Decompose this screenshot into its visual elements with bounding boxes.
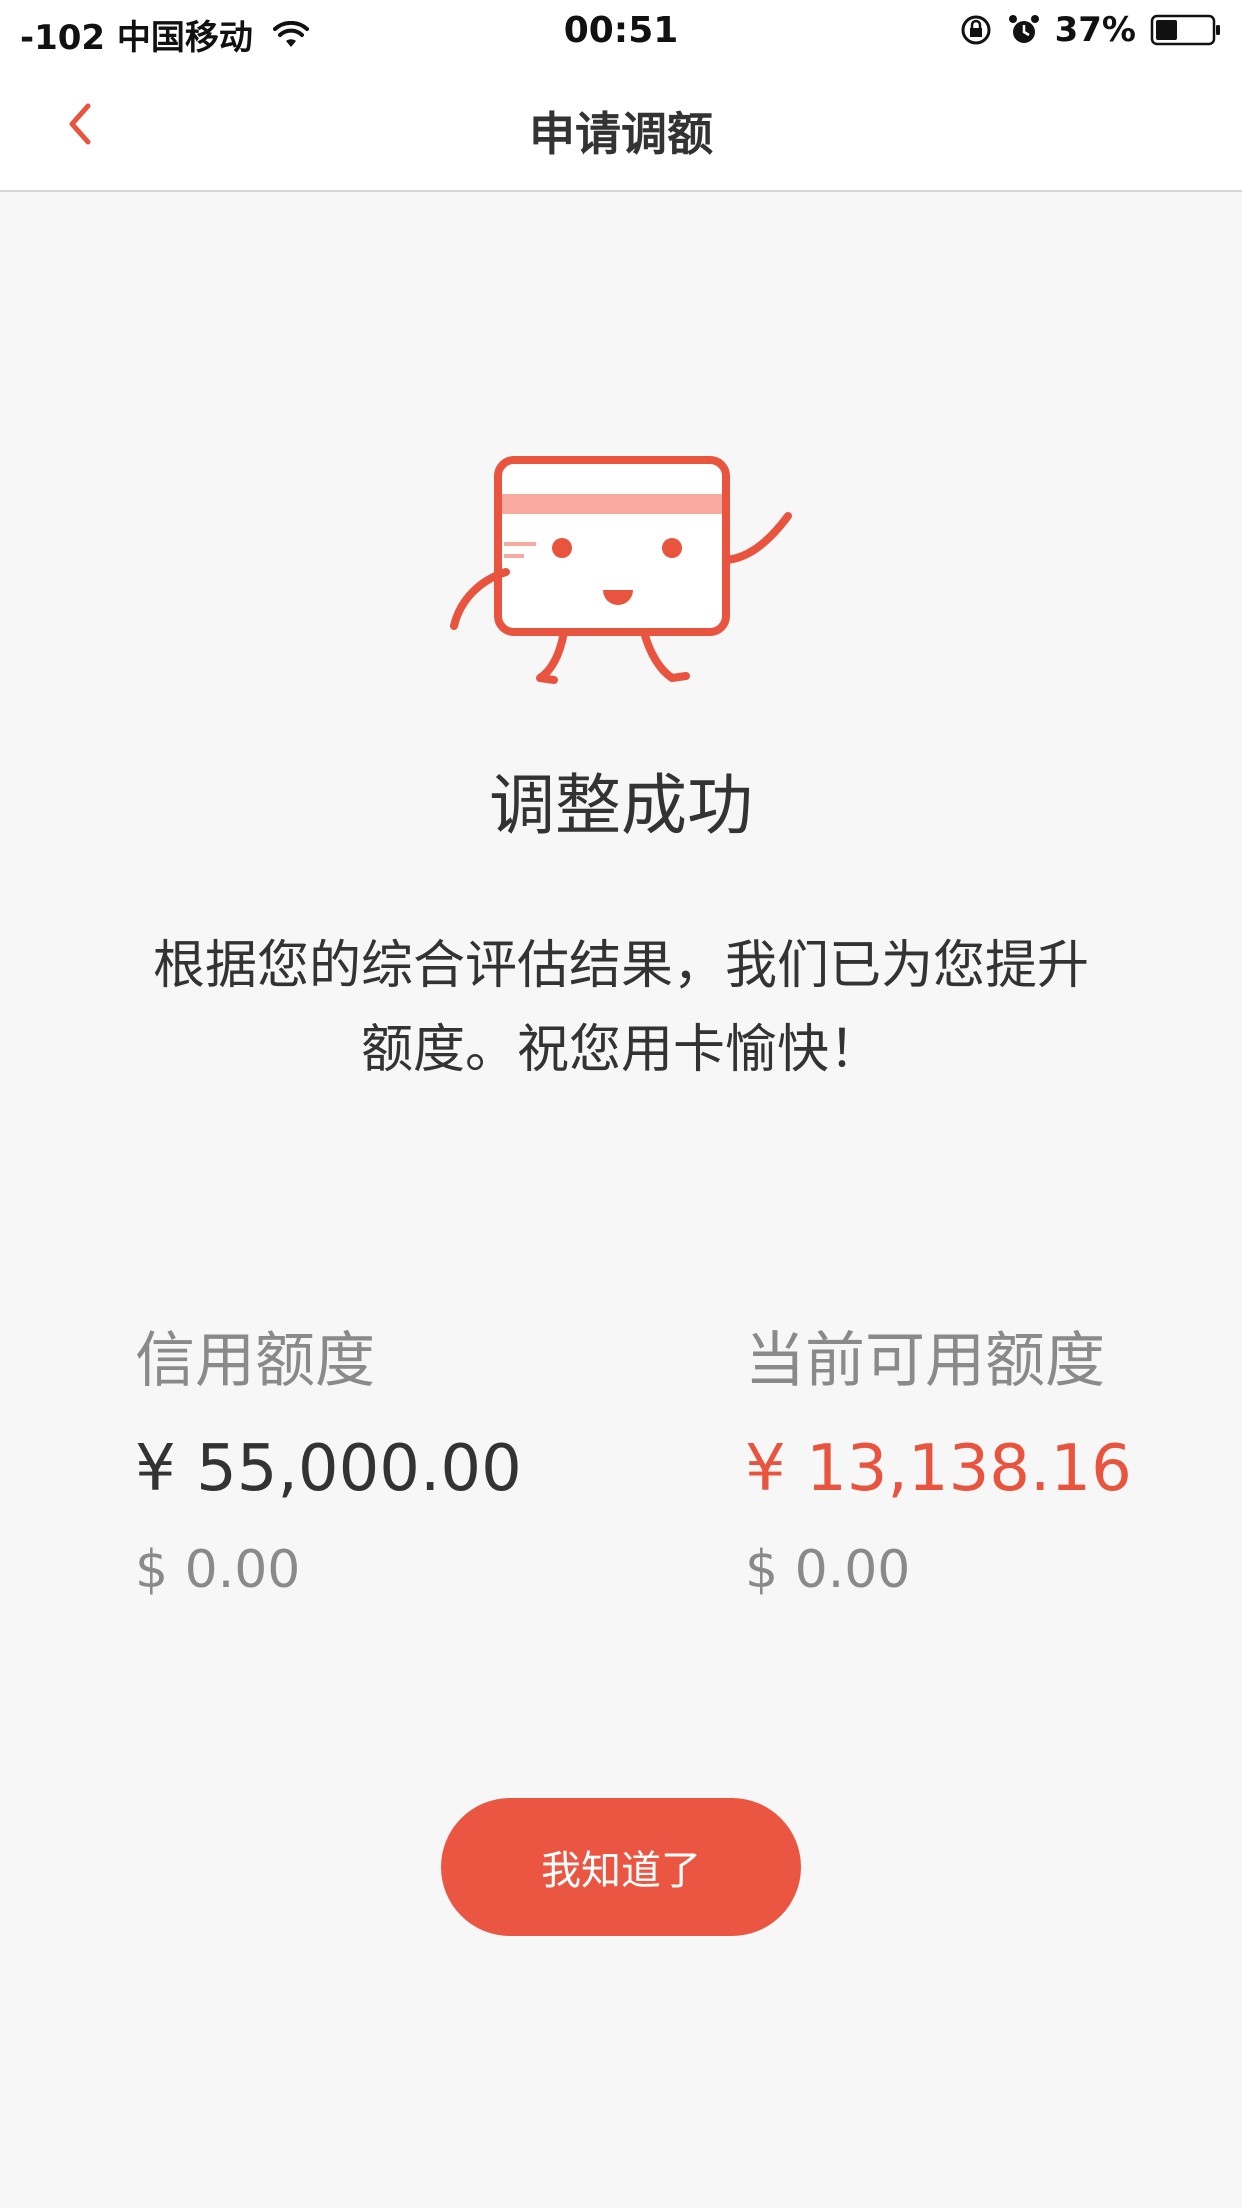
alarm-icon bbox=[1008, 15, 1039, 43]
result-description: 根据您的综合评估结果，我们已为您提升额度。祝您用卡愉快！ bbox=[152, 936, 1089, 1080]
available-limit-usd: $ 0.00 bbox=[745, 1540, 911, 1600]
success-title: 调整成功 bbox=[489, 767, 753, 844]
credit-limit-section: 信用额度 ¥ 55,000.00 $ 0.00 bbox=[135, 1316, 575, 1612]
page-title: 申请调额 bbox=[529, 107, 713, 161]
credit-limit-label: 信用额度 bbox=[135, 1326, 375, 1396]
credit-limit-cny: ¥ 55,000.00 bbox=[135, 1432, 522, 1506]
available-limit-label: 当前可用额度 bbox=[745, 1326, 1105, 1396]
available-limit-cny: ¥ 13,138.16 bbox=[745, 1432, 1132, 1506]
credit-limit-usd: $ 0.00 bbox=[135, 1540, 301, 1600]
battery-text: 37% bbox=[1054, 10, 1136, 50]
nav-bar: 申请调额 bbox=[0, 62, 1242, 192]
card-mascot-icon bbox=[450, 456, 792, 684]
rotation-lock-icon bbox=[961, 15, 991, 45]
got-it-button[interactable]: 我知道了 bbox=[441, 1798, 801, 1936]
available-limit-section: 当前可用额度 ¥ 13,138.16 $ 0.00 bbox=[745, 1316, 1185, 1612]
status-right: 37% bbox=[959, 10, 1222, 50]
battery-icon bbox=[1150, 14, 1220, 46]
status-bar: -102 中国移动 00:51 37% bbox=[0, 0, 1242, 62]
